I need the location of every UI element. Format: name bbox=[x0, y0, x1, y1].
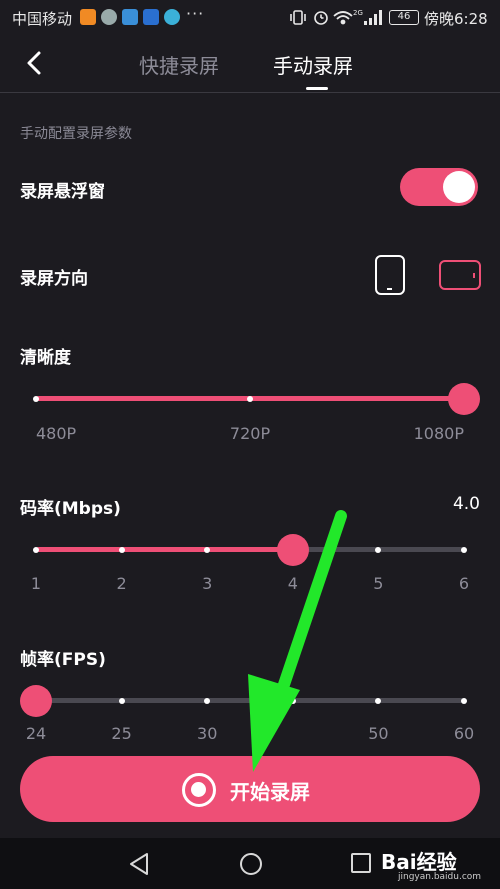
bitrate-label: 码率(Mbps) bbox=[20, 499, 121, 519]
bitrate-tick bbox=[461, 546, 467, 553]
resolution-label: 清晰度 bbox=[20, 348, 71, 368]
app-notification-icon bbox=[80, 9, 96, 25]
framerate-tick-label: 25 bbox=[111, 724, 132, 743]
framerate-tick-labels: 24 25 30 50 60 bbox=[26, 724, 474, 746]
bitrate-tick-label: 6 bbox=[458, 574, 470, 593]
framerate-thumb[interactable] bbox=[20, 685, 52, 717]
resolution-tick-label: 1080P bbox=[413, 424, 464, 443]
wifi-icon bbox=[333, 11, 353, 25]
start-recording-label: 开始录屏 bbox=[230, 780, 310, 804]
portrait-icon[interactable] bbox=[375, 255, 405, 295]
resolution-tick-labels: 480P 720P 1080P bbox=[36, 424, 464, 446]
system-nav-bar: Bai经验 jingyan.baidu.com bbox=[0, 838, 500, 889]
landscape-icon[interactable] bbox=[439, 260, 481, 290]
alarm-icon bbox=[314, 11, 328, 25]
bitrate-tick-label: 2 bbox=[116, 574, 127, 593]
carrier-name: 中国移动 bbox=[12, 10, 73, 28]
resolution-tick-label: 720P bbox=[229, 424, 271, 443]
bitrate-tick-label: 3 bbox=[202, 574, 213, 593]
toggle-knob bbox=[443, 171, 475, 203]
resolution-tick bbox=[33, 395, 39, 402]
bitrate-slider[interactable] bbox=[33, 534, 467, 566]
bitrate-thumb[interactable] bbox=[276, 534, 309, 566]
framerate-label: 帧率(FPS) bbox=[20, 650, 106, 670]
clock: 傍晚6:28 bbox=[424, 10, 488, 28]
header: 快捷录屏 手动录屏 bbox=[0, 36, 500, 93]
bitrate-tick-labels: 1 2 3 4 5 6 bbox=[31, 574, 469, 596]
resolution-tick bbox=[247, 395, 253, 402]
framerate-tick-label: 50 bbox=[368, 724, 389, 743]
nav-back-icon[interactable] bbox=[128, 852, 150, 876]
bitrate-tick-label: 4 bbox=[287, 574, 298, 593]
bitrate-tick-label: 5 bbox=[373, 574, 384, 593]
message-icon bbox=[101, 9, 117, 25]
more-notifications-icon: ··· bbox=[186, 4, 205, 23]
nav-home-icon[interactable] bbox=[240, 853, 262, 875]
bitrate-tick bbox=[33, 546, 39, 553]
vibrate-icon bbox=[290, 10, 306, 25]
browser-icon bbox=[164, 9, 180, 25]
cloud-icon bbox=[122, 9, 138, 25]
framerate-tick bbox=[461, 697, 467, 704]
back-arrow-icon[interactable] bbox=[22, 50, 48, 76]
bitrate-value: 4.0 bbox=[452, 494, 480, 514]
framerate-tick-label: 30 bbox=[197, 724, 218, 743]
framerate-tick-label: 24 bbox=[25, 724, 47, 743]
resolution-tick-label: 480P bbox=[36, 424, 77, 443]
tab-manual-record[interactable]: 手动录屏 bbox=[273, 50, 353, 79]
shield-icon bbox=[143, 9, 159, 25]
floating-window-label: 录屏悬浮窗 bbox=[20, 182, 105, 202]
resolution-thumb[interactable] bbox=[448, 383, 480, 415]
status-bar: 中国移动 ··· 2G 46 傍晚6:28 bbox=[0, 0, 500, 36]
network-type-label: 2G bbox=[353, 9, 363, 17]
bitrate-tick bbox=[118, 546, 125, 553]
bitrate-tick bbox=[204, 546, 211, 553]
framerate-slider[interactable] bbox=[20, 685, 467, 717]
floating-window-toggle[interactable] bbox=[400, 168, 478, 206]
orientation-label: 录屏方向 bbox=[20, 269, 88, 289]
framerate-tick bbox=[289, 697, 296, 704]
watermark-url: jingyan.baidu.com bbox=[398, 872, 482, 882]
section-caption: 手动配置录屏参数 bbox=[20, 126, 132, 142]
tab-quick-record[interactable]: 快捷录屏 bbox=[139, 50, 219, 79]
signal-icon bbox=[364, 10, 382, 25]
status-icons: 2G bbox=[290, 9, 382, 25]
framerate-tick bbox=[204, 697, 211, 704]
start-recording-button[interactable]: 开始录屏 bbox=[20, 756, 480, 822]
active-tab-indicator bbox=[306, 87, 328, 90]
framerate-tick-label: 60 bbox=[453, 724, 475, 743]
bitrate-fill bbox=[36, 547, 293, 552]
framerate-tick bbox=[375, 697, 382, 704]
watermark-logo: Bai经验 bbox=[381, 850, 457, 874]
battery-icon: 46 bbox=[389, 10, 419, 25]
record-icon bbox=[182, 773, 216, 807]
bitrate-tick bbox=[375, 546, 382, 553]
resolution-slider[interactable] bbox=[33, 383, 480, 415]
nav-recents-icon[interactable] bbox=[351, 853, 371, 873]
framerate-tick bbox=[118, 697, 125, 704]
bitrate-tick-label: 1 bbox=[30, 574, 42, 593]
